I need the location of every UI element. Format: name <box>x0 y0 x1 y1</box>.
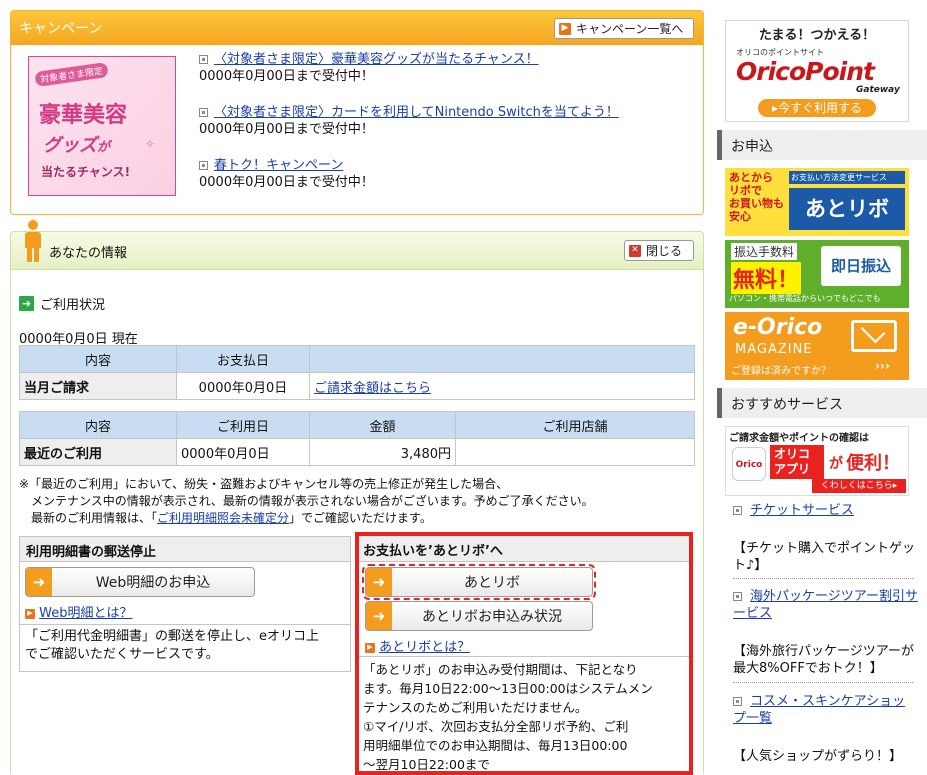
furikomi-banner[interactable]: 振込手数料 無料！ 即日振込 パソコン・携帯電話からいつでもどこでも <box>725 240 909 308</box>
close-icon: ✕ <box>629 244 641 257</box>
usage-heading: ➜ ご利用状況 <box>19 294 105 313</box>
bullet-icon <box>733 592 742 601</box>
divider <box>733 578 913 579</box>
campaign-panel: キャンペーン ▶ キャンペーン一覧へ 対象者さま限定 豪華美容 グッズが 当たる… <box>10 10 704 215</box>
campaign-item-3: 春トク！キャンペーン 0000年0月00日まで受付中！ <box>199 157 374 191</box>
recent-row-label: 最近のご利用 <box>19 438 177 466</box>
divider <box>733 682 913 683</box>
billing-row-date: 0000年0月0日 <box>176 372 310 400</box>
recent-col-date: ご利用日 <box>176 411 310 439</box>
divider <box>19 624 351 625</box>
info-title: あなたの情報 <box>49 246 128 261</box>
table-row: 当月ご請求 0000年0月0日 ご請求金額はこちら <box>19 372 695 400</box>
arrow-right-icon: ➜ <box>366 568 392 596</box>
sokujitsu-badge: 即日振込 <box>821 246 901 286</box>
atoribo-button[interactable]: ➜ あとリボ <box>362 564 596 600</box>
bullet-icon <box>199 108 208 117</box>
recent-usage-table: 内容 ご利用日 金額 ご利用店舗 最近のご利用 0000年0月0日 3,480円 <box>19 411 695 466</box>
cosme-shop-link[interactable]: コスメ・スキンケアショップ一覧 <box>733 694 905 726</box>
mail-stop-text: 「ご利用代金明細書」の郵送を停止し、eオリコ上 でご確認いただくサービスです。 <box>25 629 319 662</box>
apply-heading: お申込 <box>717 130 927 160</box>
overseas-tour-link[interactable]: 海外パッケージツアー割引サービス <box>733 589 918 621</box>
arrow-right-icon: ➜ <box>19 296 34 311</box>
bullet-icon <box>733 506 742 515</box>
sidebar-item-cosme: コスメ・スキンケアショップ一覧 <box>733 693 918 727</box>
table-row: 最近のご利用 0000年0月0日 3,480円 <box>19 438 695 466</box>
sparkle-icon: ✧ <box>145 137 156 151</box>
atoribo-heading: お支払いを’あとリボ’へ <box>359 536 689 562</box>
recent-col-shop: ご利用店舗 <box>455 411 695 439</box>
campaign-item-3-note: 0000年0月00日まで受付中！ <box>199 175 374 190</box>
mail-stop-heading: 利用明細書の郵送停止 <box>19 536 351 562</box>
web-statement-link[interactable]: Web明細とは？ <box>39 606 132 621</box>
divider <box>359 656 689 657</box>
orico-point-banner[interactable]: たまる！つかえる！ オリコのポイントサイト OricoPoint Gateway… <box>725 20 909 122</box>
person-icon <box>22 220 44 264</box>
web-statement-info: ▶ Web明細とは？ <box>25 602 132 621</box>
recent-row-amount: 3,480円 <box>309 438 456 466</box>
e-orico-magazine-banner[interactable]: e-Orico MAGAZINE ご登録は済みですか？ ››› <box>725 312 909 380</box>
unconfirmed-statement-link[interactable]: ご利用明細照会未確定分 <box>157 511 289 525</box>
bullet-icon <box>199 55 208 64</box>
usage-notes: ※「最近のご利用」において、紛失・盗難およびキャンセル等の売上修正が発生した場合… <box>19 477 594 525</box>
billing-col-paydate: お支払日 <box>176 345 310 373</box>
recent-col-amount: 金額 <box>309 411 456 439</box>
promo-line1: 豪華美容 <box>39 102 128 128</box>
promo-line3: 当たるチャンス! <box>41 165 131 179</box>
arrow-right-icon: ▶ <box>365 642 375 653</box>
campaign-item-2-link[interactable]: 〈対象者さま限定〉カードを利用してNintendo Switchを当てよう！ <box>214 105 619 120</box>
sidebar-item-overseas: 海外パッケージツアー割引サービス <box>733 588 918 622</box>
arrow-right-icon: ➜ <box>366 602 392 630</box>
atoribo-banner[interactable]: あとから リボで お買い物も 安心 お支払い方法変更サービス あとリボ <box>725 168 909 236</box>
orico-point-logo: OricoPoint <box>736 57 875 86</box>
envelope-icon <box>851 318 897 352</box>
sidebar-item-ticket: チケットサービス <box>733 502 854 519</box>
orico-app-icon: Orico <box>732 447 766 481</box>
bullet-icon <box>733 697 742 706</box>
cosme-shop-desc: 【人気ショップがずらり！】 <box>733 749 903 764</box>
atoribo-status-button[interactable]: ➜ あとリボお申込み状況 <box>365 601 593 631</box>
promo-image[interactable]: 対象者さま限定 豪華美容 グッズが 当たるチャンス! ✧ <box>28 56 176 196</box>
close-button[interactable]: ✕ 閉じる <box>624 240 694 261</box>
atoribo-about-link[interactable]: あとリボとは？ <box>379 640 470 655</box>
campaign-item-3-link[interactable]: 春トク！キャンペーン <box>214 158 343 173</box>
info-panel: あなたの情報 ✕ 閉じる ➜ ご利用状況 0000年0月0日 現在 内容 お支払… <box>10 220 704 775</box>
campaign-item-1-note: 0000年0月00日まで受付中！ <box>199 69 374 84</box>
use-now-button[interactable]: ▸今すぐ利用する <box>758 99 876 117</box>
billing-col-blank <box>309 345 695 373</box>
promo-line2: グッズが <box>43 135 111 156</box>
campaign-list-button[interactable]: ▶ キャンペーン一覧へ <box>554 18 694 39</box>
arrow-right-icon: ▶ <box>559 22 571 35</box>
info-header: あなたの情報 ✕ 閉じる <box>11 220 703 270</box>
overseas-tour-desc: 【海外旅行パッケージツアーが最大8%OFFでおトク！】 <box>733 644 914 676</box>
atoribo-text: 「あとリボ」のお申込み受付期間は、下記となり ます。毎月10日22:00～13日… <box>363 662 653 771</box>
recent-row-shop <box>455 438 695 466</box>
recommend-heading: おすすめサービス <box>717 388 927 418</box>
ticket-service-desc: 【チケット購入でポイントゲット♪】 <box>733 541 916 573</box>
arrow-right-icon: ➜ <box>26 568 52 596</box>
campaign-item-2: 〈対象者さま限定〉カードを利用してNintendo Switchを当てよう！ 0… <box>199 104 619 138</box>
billing-amount-link[interactable]: ご請求金額はこちら <box>314 381 431 396</box>
recent-row-date: 0000年0月0日 <box>176 438 310 466</box>
billing-table: 内容 お支払日 当月ご請求 0000年0月0日 ご請求金額はこちら <box>19 345 695 400</box>
campaign-item-1: 〈対象者さま限定〉豪華美容グッズが当たるチャンス！ 0000年0月00日まで受付… <box>199 51 539 85</box>
arrow-right-icon: ▶ <box>25 608 35 619</box>
promo-badge: 対象者さま限定 <box>34 61 109 88</box>
campaign-item-1-link[interactable]: 〈対象者さま限定〉豪華美容グッズが当たるチャンス！ <box>214 52 539 67</box>
billing-col-content: 内容 <box>19 345 177 373</box>
recent-col-content: 内容 <box>19 411 177 439</box>
ticket-service-link[interactable]: チケットサービス <box>750 503 854 518</box>
chevrons-icon: ››› <box>875 359 890 373</box>
web-statement-apply-button[interactable]: ➜ Web明細のお申込 <box>25 567 255 597</box>
billing-row-label: 当月ご請求 <box>19 372 177 400</box>
campaign-title: キャンペーン <box>19 21 103 37</box>
atoribo-info: ▶ あとリボとは？ <box>365 636 470 655</box>
bullet-icon <box>199 161 208 170</box>
orico-app-banner[interactable]: ご請求金額やポイントの確認は Orico オリコ アプリ が 便利！ くわしくはこ… <box>725 426 909 496</box>
atoribo-banner-logo: あとリボ <box>789 188 905 230</box>
campaign-header: キャンペーン ▶ キャンペーン一覧へ <box>11 11 703 45</box>
campaign-item-2-note: 0000年0月00日まで受付中！ <box>199 122 374 137</box>
